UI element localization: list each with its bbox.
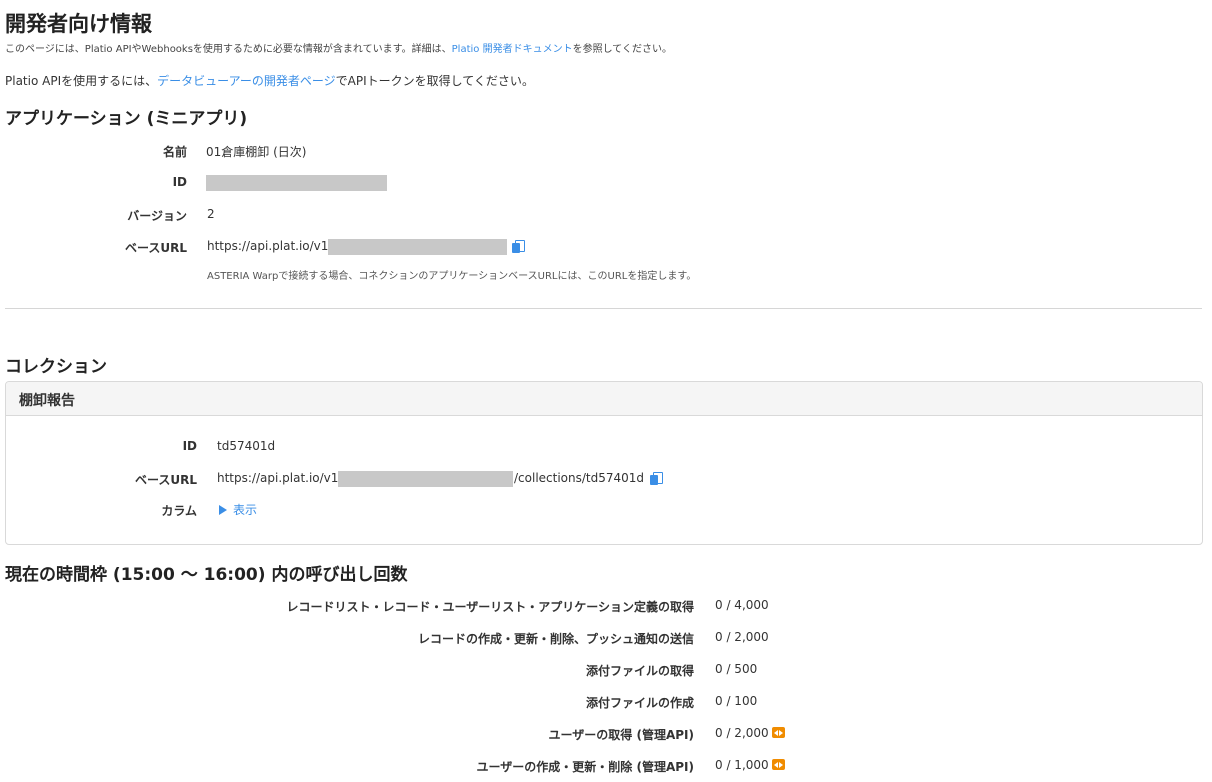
quota-heading: 現在の時間枠 (15:00 〜 16:00) 内の呼び出し回数 — [5, 565, 408, 585]
collection-base-url-suffix: /collections/td57401d — [514, 471, 645, 485]
collection-columns-label: カラム — [161, 504, 197, 518]
copy-icon[interactable] — [650, 472, 663, 485]
collection-base-url-redacted — [338, 471, 513, 487]
copy-icon[interactable] — [512, 240, 525, 253]
api-token-instructions: Platio APIを使用するには、データビューアーの開発者ページでAPIトーク… — [5, 74, 534, 88]
columns-show-toggle[interactable]: 表示 — [219, 501, 257, 518]
triangle-right-icon — [219, 505, 227, 515]
admin-api-icon — [771, 727, 785, 738]
quota-row-label: ユーザーの取得 (管理API) — [548, 728, 694, 742]
quota-row-value: 0 / 1,000 — [715, 758, 785, 772]
app-id-redacted — [206, 175, 387, 191]
app-version-value: 2 — [207, 207, 215, 221]
app-id-label: ID — [172, 175, 187, 189]
collection-panel: 棚卸報告 — [5, 381, 1203, 545]
quota-row-value: 0 / 4,000 — [715, 598, 769, 612]
quota-row-value: 0 / 100 — [715, 694, 758, 708]
app-base-url-value: https://api.plat.io/v1/ — [207, 239, 333, 253]
collection-base-url-prefix: https://api.plat.io/v1/ — [217, 471, 343, 485]
quota-row-label: レコードの作成・更新・削除、プッシュ通知の送信 — [417, 632, 694, 646]
section-divider — [5, 308, 1202, 309]
app-base-url-note: ASTERIA Warpで接続する場合、コネクションのアプリケーションベースUR… — [207, 271, 697, 282]
collection-id-value: td57401d — [217, 439, 276, 453]
collections-heading: コレクション — [5, 357, 107, 377]
quota-row-value: 0 / 2,000 — [715, 630, 769, 644]
developer-docs-link[interactable]: Platio 開発者ドキュメント — [452, 44, 573, 55]
page-title: 開発者向け情報 — [5, 12, 152, 36]
app-base-url-label: ベースURL — [124, 241, 187, 255]
collection-id-label: ID — [182, 439, 197, 453]
quota-row-value: 0 / 2,000 — [715, 726, 785, 740]
quota-row-label: レコードリスト・レコード・ユーザーリスト・アプリケーション定義の取得 — [286, 600, 694, 614]
app-version-label: バージョン — [127, 209, 187, 223]
app-name-value: 01倉庫棚卸 (日次) — [206, 145, 307, 159]
quota-row-value: 0 / 500 — [715, 662, 758, 676]
app-name-label: 名前 — [162, 145, 187, 159]
collection-panel-header: 棚卸報告 — [6, 382, 1202, 416]
collection-name: 棚卸報告 — [19, 393, 75, 409]
admin-api-icon — [771, 759, 785, 770]
data-viewer-developer-page-link[interactable]: データビューアーの開発者ページ — [157, 74, 336, 88]
quota-row-label: ユーザーの作成・更新・削除 (管理API) — [476, 760, 694, 774]
collection-base-url-label: ベースURL — [134, 473, 197, 487]
quota-row-label: 添付ファイルの作成 — [585, 696, 694, 710]
quota-row-label: 添付ファイルの取得 — [585, 664, 694, 678]
app-base-url-redacted — [328, 239, 507, 255]
application-heading: アプリケーション (ミニアプリ) — [5, 109, 248, 129]
page-description: このページには、Platio APIやWebhooksを使用するために必要な情報… — [5, 44, 672, 55]
